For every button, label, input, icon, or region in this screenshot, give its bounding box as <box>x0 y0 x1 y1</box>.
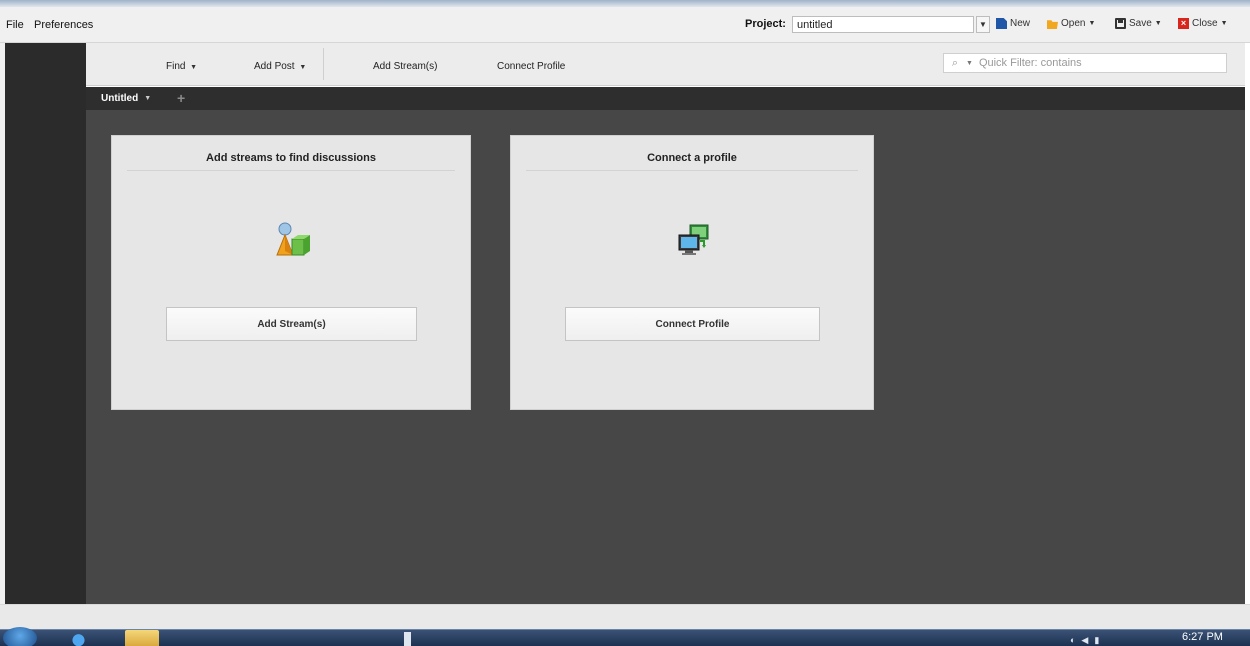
toolbar-divider <box>323 48 324 80</box>
add-streams-button[interactable]: Add Stream(s) <box>166 307 417 341</box>
project-label: Project: <box>745 18 786 30</box>
menu-bar: File Preferences Project: untitled ▼ New… <box>0 7 1250 43</box>
save-disk-icon <box>1115 18 1126 29</box>
tab-bar: Untitled ▼ + <box>86 87 1245 110</box>
card-divider <box>127 170 455 171</box>
streams-icon <box>276 222 310 256</box>
tab-untitled[interactable]: Untitled ▼ <box>101 93 151 104</box>
action-toolbar: Find ▼ Add Post ▼ Add Stream(s) Connect … <box>86 43 1245 86</box>
chevron-down-icon: ▼ <box>1154 20 1162 27</box>
add-post-label: Add Post <box>254 61 295 72</box>
os-taskbar: ◐◀▮ 6:27 PM <box>0 627 1250 646</box>
find-menu-button[interactable]: Find ▼ <box>166 61 197 72</box>
add-tab-icon[interactable]: + <box>177 90 185 106</box>
chevron-down-icon[interactable]: ▼ <box>144 95 151 102</box>
menu-file[interactable]: File <box>6 19 24 31</box>
quick-filter: ⌕ ▼ <box>943 53 1227 73</box>
taskbar-app-button[interactable] <box>404 632 411 646</box>
close-icon: × <box>1178 18 1189 29</box>
taskbar-clock[interactable]: 6:27 PM <box>1182 631 1223 643</box>
project-name-field[interactable]: untitled <box>792 16 974 33</box>
chevron-down-icon[interactable]: ▼ <box>966 60 973 67</box>
menu-preferences[interactable]: Preferences <box>34 19 93 31</box>
connect-profile-card: Connect a profile Connect Profile <box>510 135 874 410</box>
chevron-down-icon: ▼ <box>297 64 307 71</box>
window-right-edge <box>1245 43 1250 604</box>
connect-profile-button[interactable]: Connect Profile <box>565 307 820 341</box>
left-sidebar <box>5 43 86 604</box>
window-title-strip <box>0 0 1250 7</box>
open-button[interactable]: Open ▼ <box>1047 18 1095 29</box>
add-streams-toolbar-button[interactable]: Add Stream(s) <box>373 61 437 72</box>
project-dropdown-button[interactable]: ▼ <box>976 16 990 33</box>
find-label: Find <box>166 61 186 72</box>
save-button[interactable]: Save ▼ <box>1115 18 1162 29</box>
quick-filter-input[interactable] <box>978 57 1219 69</box>
card-title: Add streams to find discussions <box>206 152 376 164</box>
add-streams-card: Add streams to find discussions Add Stre… <box>111 135 471 410</box>
status-bar <box>0 604 1250 629</box>
chevron-down-icon: ▼ <box>1088 20 1096 27</box>
new-label: New <box>1010 18 1031 29</box>
start-button[interactable] <box>3 627 37 646</box>
browser-taskbar-icon[interactable] <box>62 630 92 646</box>
search-icon[interactable]: ⌕ <box>944 54 966 72</box>
add-post-menu-button[interactable]: Add Post ▼ <box>254 61 306 72</box>
card-title: Connect a profile <box>647 152 737 164</box>
system-tray-icons[interactable]: ◐◀▮ <box>1070 635 1105 646</box>
workspace: Add streams to find discussions Add Stre… <box>86 110 1245 604</box>
close-label: Close <box>1192 18 1218 29</box>
close-button[interactable]: × Close ▼ <box>1178 18 1228 29</box>
card-divider <box>526 170 858 171</box>
new-file-icon <box>996 18 1007 29</box>
folder-open-icon <box>1047 20 1058 29</box>
save-label: Save <box>1129 18 1152 29</box>
folder-taskbar-icon[interactable] <box>125 630 159 646</box>
connect-profile-toolbar-button[interactable]: Connect Profile <box>497 61 565 72</box>
open-label: Open <box>1061 18 1086 29</box>
chevron-down-icon: ▼ <box>1220 20 1228 27</box>
new-button[interactable]: New <box>996 18 1030 29</box>
connect-profile-icon <box>678 224 709 255</box>
chevron-down-icon: ▼ <box>188 64 198 71</box>
tab-label: Untitled <box>101 93 139 104</box>
application-window: File Preferences Project: untitled ▼ New… <box>0 0 1250 646</box>
